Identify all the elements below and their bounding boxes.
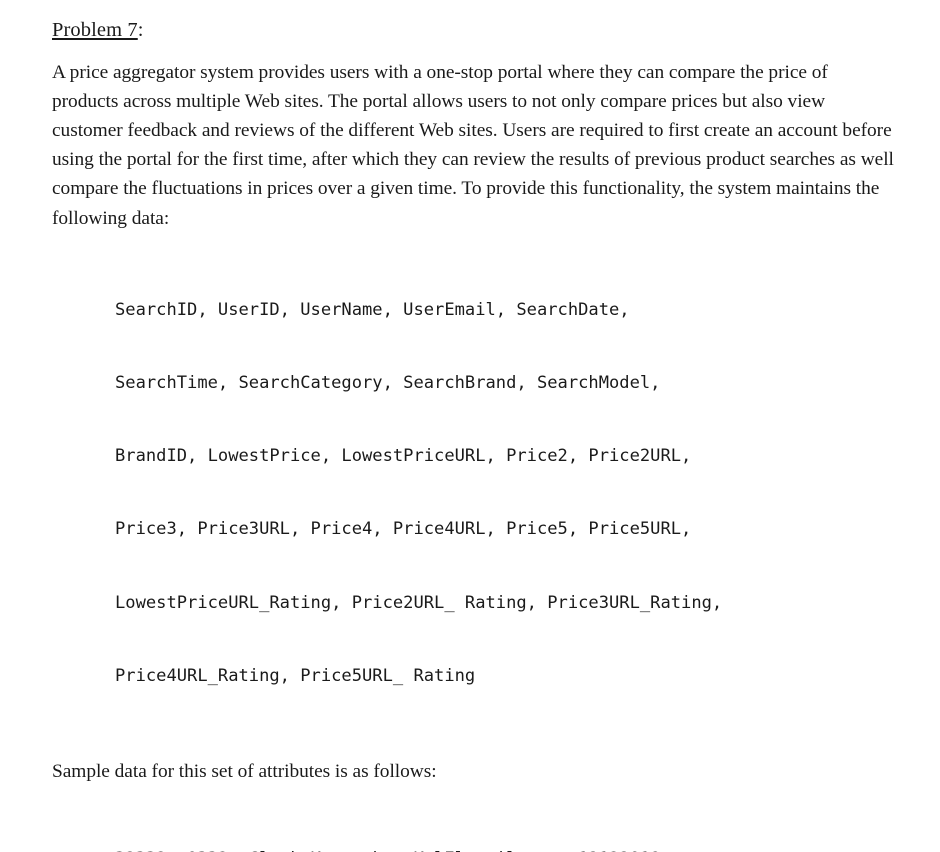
- document-page: Problem 7: A price aggregator system pro…: [0, 0, 940, 852]
- attributes-list-block: SearchID, UserID, UserName, UserEmail, S…: [52, 249, 896, 737]
- intro-paragraph: A price aggregator system provides users…: [52, 61, 894, 229]
- problem-title-label: Problem 7: [52, 19, 138, 41]
- attributes-line: LowestPriceURL_Rating, Price2URL_ Rating…: [115, 592, 723, 613]
- sample-data-block: 32332, 0332, Clark Kent, kentKalEl@mail.…: [52, 798, 896, 852]
- problem-title-colon: :: [137, 19, 144, 41]
- page-title: Problem 7:: [52, 18, 896, 44]
- attributes-line: SearchID, UserID, UserName, UserEmail, S…: [115, 299, 630, 320]
- attributes-line: Price3, Price3URL, Price4, Price4URL, Pr…: [115, 519, 692, 540]
- attributes-line: BrandID, LowestPrice, LowestPriceURL, Pr…: [115, 446, 692, 467]
- sample-data-line: 32332, 0332, Clark Kent, kentKalEl@mail.…: [115, 847, 896, 852]
- attributes-line: SearchTime, SearchCategory, SearchBrand,…: [115, 372, 661, 393]
- sample-data-intro: Sample data for this set of attributes i…: [52, 760, 437, 782]
- attributes-line: Price4URL_Rating, Price5URL_ Rating: [115, 665, 476, 686]
